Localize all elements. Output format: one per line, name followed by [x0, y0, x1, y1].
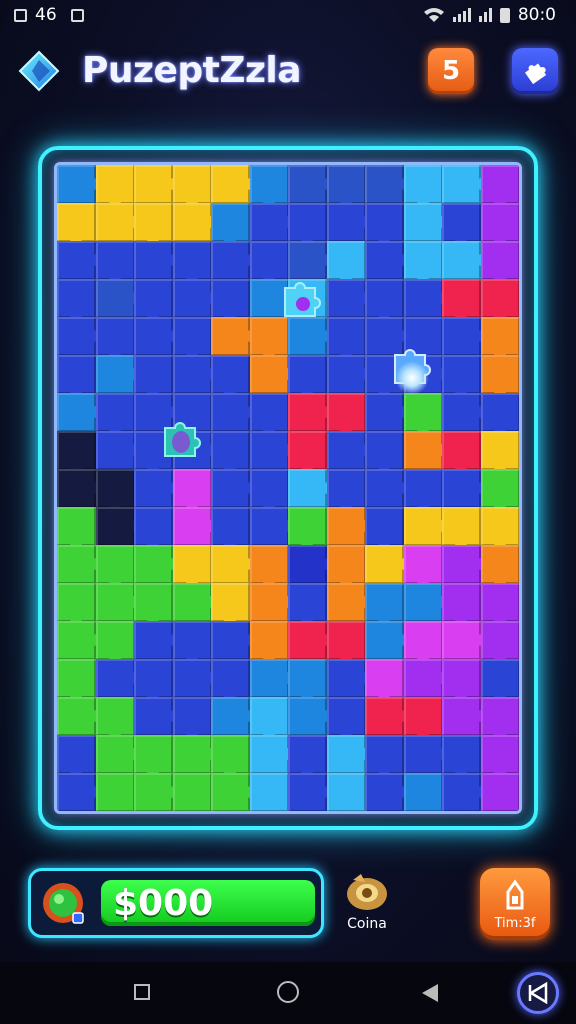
- puzzle-piece[interactable]: [172, 773, 212, 811]
- image-notification-icon: [70, 8, 84, 22]
- timer-label: Tim:3f: [494, 916, 536, 931]
- system-nav-bar: [0, 962, 576, 1024]
- game-title: PuzeptZzla: [82, 50, 302, 91]
- coins-button[interactable]: Coina: [336, 866, 398, 938]
- hint-button[interactable]: 5: [428, 48, 474, 94]
- back-gem-icon[interactable]: [18, 50, 60, 92]
- puzzle-piece[interactable]: [95, 773, 135, 811]
- notification-icon: [14, 8, 27, 22]
- coin-value: $000: [113, 883, 214, 924]
- hint-button-glyph: 5: [441, 56, 461, 86]
- battery-icon: [499, 7, 510, 23]
- puzzle-piece[interactable]: [480, 773, 519, 811]
- puzzle-piece[interactable]: [249, 773, 289, 811]
- puzzle-piece-icon: [525, 63, 547, 85]
- assistant-glyph-icon: [528, 981, 548, 1005]
- puzzle-board[interactable]: [54, 162, 522, 814]
- sparkle-effect: [395, 361, 429, 395]
- coin-bar[interactable]: $000: [28, 868, 324, 938]
- home-icon[interactable]: [277, 981, 299, 1003]
- assistant-icon[interactable]: [517, 972, 559, 1014]
- timer-icon: [506, 879, 524, 910]
- puzzle-settings-button[interactable]: [512, 48, 558, 94]
- loose-piece-teal[interactable]: [159, 420, 203, 460]
- status-bar: 46 80:0: [0, 0, 576, 30]
- wifi-icon: [423, 8, 444, 22]
- back-icon[interactable]: [420, 982, 440, 1004]
- coin-pouch-icon: [347, 874, 387, 910]
- loose-piece-cyan[interactable]: [279, 280, 323, 320]
- recent-apps-icon[interactable]: [134, 984, 150, 1000]
- status-time-left: 46: [35, 5, 57, 25]
- signal-2-icon: [478, 8, 492, 22]
- status-time-right: 80:0: [517, 5, 556, 25]
- puzzle-piece[interactable]: [326, 773, 366, 811]
- gem-gear-icon: [43, 883, 84, 924]
- puzzle-grid[interactable]: [57, 165, 519, 811]
- timer-button[interactable]: Tim:3f: [480, 868, 550, 940]
- app-header: PuzeptZzla 5: [0, 42, 576, 100]
- signal-icon: [452, 8, 471, 22]
- coins-label: Coina: [347, 916, 387, 932]
- puzzle-piece[interactable]: [403, 773, 443, 811]
